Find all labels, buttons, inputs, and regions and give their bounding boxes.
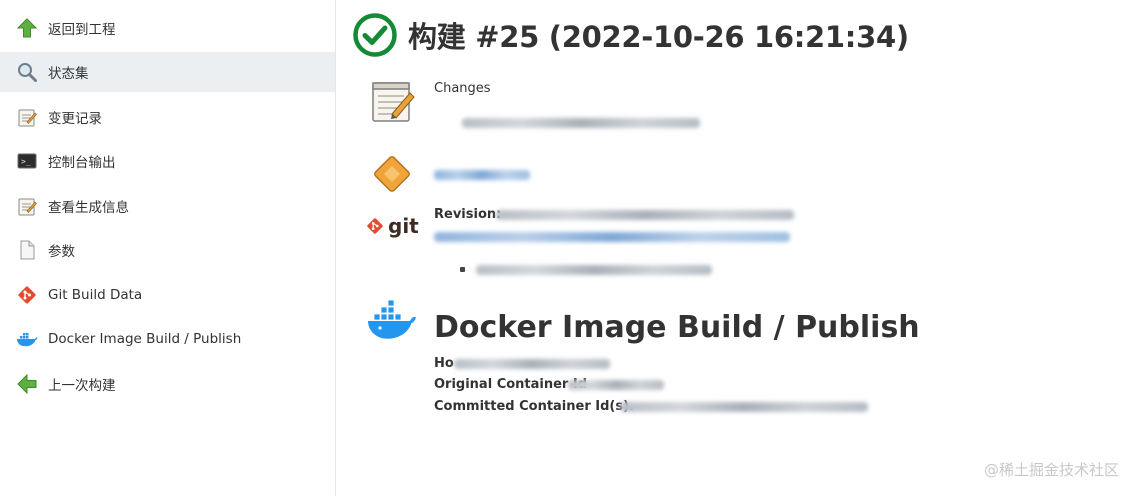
git-icon xyxy=(16,284,38,306)
notepad-icon xyxy=(372,82,415,122)
committed-container-label: Committed Container Id(s). xyxy=(434,399,634,414)
left-arrow-icon xyxy=(16,373,38,395)
sidebar-item-parameters[interactable]: 参数 xyxy=(0,230,335,270)
document-icon xyxy=(16,239,38,261)
redacted-branch xyxy=(434,232,790,242)
git-logo-text: git xyxy=(388,214,419,238)
sidebar-item-changes[interactable]: 变更记录 xyxy=(0,97,335,137)
notepad-icon xyxy=(16,106,38,128)
redacted-repo-link[interactable] xyxy=(434,170,530,180)
page-title: 构建 #25 (2022-10-26 16:21:34) xyxy=(352,12,909,58)
sidebar-item-label: 状态集 xyxy=(48,66,89,82)
notepad-icon xyxy=(16,195,38,217)
sidebar-item-status[interactable]: 状态集 xyxy=(0,52,335,92)
git-logo: git xyxy=(366,214,419,238)
success-check-icon xyxy=(353,13,397,57)
sidebar-item-label: Docker Image Build / Publish xyxy=(48,331,242,347)
sidebar-item-git-build-data[interactable]: Git Build Data xyxy=(0,275,335,315)
sidebar-item-label: 参数 xyxy=(48,244,75,260)
svg-text:>_: >_ xyxy=(21,157,31,166)
redacted-revision xyxy=(496,210,794,220)
revision-label: Revision: xyxy=(434,207,502,222)
original-container-label: Original Container Id xyxy=(434,377,588,392)
git-icon xyxy=(367,218,383,234)
sidebar-item-back-to-project[interactable]: 返回到工程 xyxy=(0,8,335,48)
redacted-host xyxy=(454,359,610,369)
redacted-commit xyxy=(462,118,700,128)
sidebar-item-label: 控制台输出 xyxy=(48,155,116,171)
sidebar-item-label: 查看生成信息 xyxy=(48,200,129,216)
sidebar-item-previous-build[interactable]: 上一次构建 xyxy=(0,364,335,404)
redacted-branch-item xyxy=(476,265,712,275)
docker-heading: Docker Image Build / Publish xyxy=(434,310,920,345)
sidebar-item-label: Git Build Data xyxy=(48,287,143,303)
terminal-icon: >_ xyxy=(16,150,38,172)
up-arrow-icon xyxy=(16,17,38,39)
sidebar: 返回到工程 状态集 变更记录 >_ 控制台输出 查看生成信息 参数 Git Bu… xyxy=(0,0,336,496)
sidebar-item-build-info[interactable]: 查看生成信息 xyxy=(0,186,335,226)
changes-label: Changes xyxy=(434,81,491,96)
docker-host-label: Ho xyxy=(434,356,454,371)
watermark: @稀土掘金技术社区 xyxy=(983,461,1119,479)
build-title: 构建 #25 (2022-10-26 16:21:34) xyxy=(408,20,909,54)
search-icon xyxy=(16,61,38,83)
docker-icon xyxy=(368,300,416,339)
sidebar-item-label: 变更记录 xyxy=(48,111,102,127)
redacted-original-container xyxy=(568,380,664,390)
sidebar-item-label: 上一次构建 xyxy=(48,378,116,394)
sidebar-item-label: 返回到工程 xyxy=(48,22,116,38)
sidebar-item-docker-build[interactable]: Docker Image Build / Publish xyxy=(0,319,335,359)
docker-icon xyxy=(16,328,38,350)
build-artifact-icon xyxy=(374,156,410,192)
list-bullet xyxy=(460,267,465,272)
main-content: 构建 #25 (2022-10-26 16:21:34) Changes git… xyxy=(336,0,1135,496)
redacted-committed-container xyxy=(620,402,868,412)
sidebar-item-console-output[interactable]: >_ 控制台输出 xyxy=(0,141,335,181)
